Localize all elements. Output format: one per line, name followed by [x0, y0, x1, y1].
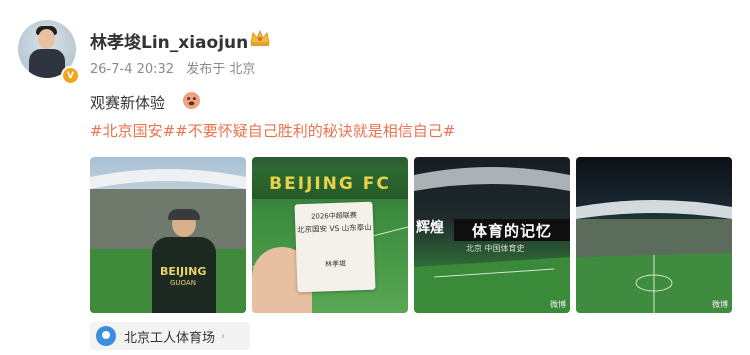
location-tag[interactable]: 北京工人体育场 › [90, 322, 250, 350]
overlay-subtitle: 北京 中国体育史 [466, 244, 525, 253]
watermark: 微博 [550, 300, 566, 309]
photo-1[interactable]: BEIJING GUOAN [90, 157, 246, 313]
post-meta: 26-7-4 20:32 发布于 北京 [90, 58, 263, 77]
match-ticket: 2026中超联赛 北京国安 VS 山东泰山 林孝埈 [294, 201, 376, 293]
night-stadium [576, 200, 732, 313]
crown-icon [250, 29, 270, 46]
post-time[interactable]: 26-7-4 20:32 [90, 62, 174, 77]
watermark: 微博 [712, 300, 728, 309]
overlay-text-left: 辉煌 [416, 220, 444, 236]
post-location-source: 发布于 北京 [186, 62, 256, 77]
location-pin-icon [96, 326, 116, 346]
post-text: 观赛新体验 [90, 94, 166, 112]
hashtags[interactable]: #北京国安##不要怀疑自己胜利的秘诀就是相信自己# [90, 120, 455, 141]
avatar-head [38, 29, 55, 49]
photo-3[interactable]: 辉煌 体育的记忆 北京 中国体育史 微博 [414, 157, 570, 313]
fan-person: BEIJING GUOAN [152, 209, 216, 313]
location-label: 北京工人体育场 [124, 330, 216, 346]
verified-badge-icon: V [61, 66, 80, 85]
chevron-right-icon: › [221, 330, 226, 342]
emoji-icon [182, 91, 201, 110]
avatar-body [29, 49, 65, 78]
username[interactable]: 林孝埈Lin_xiaojun [90, 28, 248, 53]
photo-2[interactable]: BEIJING FC 2026中超联赛 北京国安 VS 山东泰山 林孝埈 [252, 157, 408, 313]
overlay-board: 体育的记忆 [454, 219, 570, 241]
photo-grid: BEIJING GUOAN BEIJING FC 2026中超联赛 北京国安 V… [90, 157, 732, 313]
photo-4[interactable]: 微博 [576, 157, 732, 313]
